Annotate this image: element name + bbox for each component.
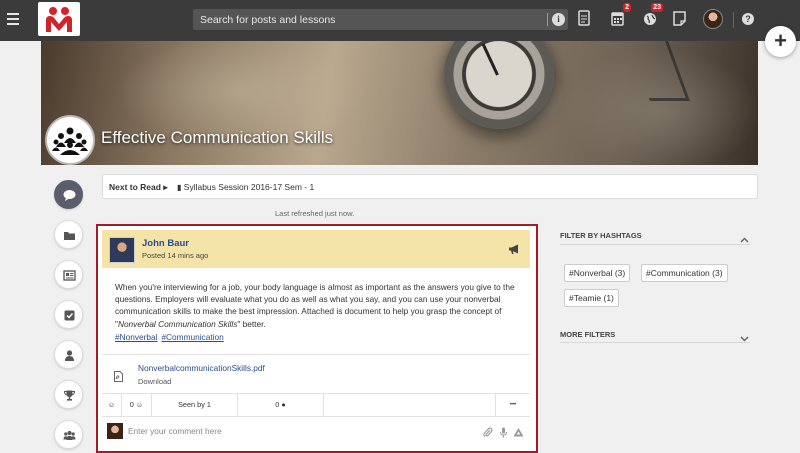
divider: [560, 342, 750, 343]
comment-icon: ●: [281, 400, 286, 409]
add-button[interactable]: +: [765, 26, 796, 57]
course-logo: [47, 117, 93, 163]
calendar-badge: 2: [623, 3, 631, 12]
globe-icon[interactable]: 23: [643, 3, 663, 28]
chevron-up-icon[interactable]: [740, 230, 749, 248]
post-author[interactable]: John Baur: [142, 238, 189, 249]
next-to-read-bar: Next to Read ▸ ▮ Syllabus Session 2016-1…: [102, 174, 758, 199]
user-icon: [65, 350, 74, 361]
divider: [102, 354, 530, 355]
sidebar-item-lessons[interactable]: [54, 260, 83, 289]
sidebar-item-achievements[interactable]: [54, 380, 83, 409]
sidebar-item-files[interactable]: [54, 220, 83, 249]
filter-hashtags-heading: FILTER BY HASHTAGS: [560, 231, 642, 240]
app-logo[interactable]: [38, 2, 80, 36]
compass-decoration: [628, 41, 690, 101]
seen-by[interactable]: Seen by 1: [152, 394, 238, 416]
globe-badge: 23: [651, 3, 663, 12]
post-header: John Baur Posted 14 mins ago: [102, 230, 530, 268]
next-to-read-label: Next to Read ▸: [109, 182, 168, 192]
search-bar: i: [193, 9, 568, 30]
sidebar-item-posts[interactable]: [54, 180, 83, 209]
course-banner: Effective Communication Skills: [41, 41, 758, 165]
refresh-status: Last refreshed just now.: [275, 209, 355, 218]
post-hashtags: #Nonverbal #Communication: [115, 332, 228, 342]
post-body: When you're interviewing for a job, your…: [115, 282, 515, 329]
pdf-icon: [114, 369, 123, 387]
more-options-icon[interactable]: •••: [496, 394, 530, 416]
search-divider: [547, 13, 548, 26]
menu-icon[interactable]: [7, 13, 19, 25]
more-filters-heading[interactable]: MORE FILTERS: [560, 330, 615, 339]
post-stats-bar: ☺ 0 ☺ Seen by 1 0 ● •••: [102, 393, 530, 417]
info-icon[interactable]: i: [552, 13, 565, 26]
pocket-watch-image: [444, 41, 554, 129]
book-icon: ▮: [177, 183, 182, 192]
calendar-icon[interactable]: 2: [611, 3, 631, 28]
sidebar-item-people[interactable]: [54, 340, 83, 369]
divider: [560, 244, 750, 245]
post-timestamp: Posted 14 mins ago: [142, 251, 209, 260]
checkbox-icon: [64, 310, 75, 321]
help-icon[interactable]: ?: [742, 13, 754, 25]
paperclip-icon[interactable]: [483, 425, 493, 443]
hashtag-filter-teamie[interactable]: #Teamie (1): [564, 289, 619, 307]
post-card: John Baur Posted 14 mins ago When you're…: [96, 224, 538, 453]
hashtag-link[interactable]: #Nonverbal: [115, 332, 157, 342]
sidebar-item-groups[interactable]: [54, 420, 83, 449]
document-icon[interactable]: [578, 10, 592, 28]
chevron-down-icon[interactable]: [740, 329, 749, 347]
chat-icon: [63, 190, 76, 201]
hashtag-filter-nonverbal[interactable]: #Nonverbal (3): [564, 264, 631, 282]
stats-spacer: [324, 394, 496, 416]
topbar-divider: [733, 12, 734, 28]
comment-count[interactable]: 0 ●: [238, 394, 324, 416]
microphone-icon[interactable]: [499, 425, 508, 443]
download-link[interactable]: Download: [138, 377, 171, 386]
hashtag-filter-communication[interactable]: #Communication (3): [641, 264, 728, 282]
hashtag-link[interactable]: #Communication: [161, 332, 223, 342]
comment-composer: [102, 419, 530, 445]
search-input[interactable]: [200, 9, 535, 30]
user-avatar[interactable]: [703, 9, 723, 29]
emoji-icon[interactable]: ☺: [102, 394, 122, 416]
comment-input[interactable]: [128, 423, 468, 439]
attachment-link[interactable]: NonverbalcommunicationSkills.pdf: [138, 363, 265, 373]
reaction-count[interactable]: 0 ☺: [122, 394, 152, 416]
course-title: Effective Communication Skills: [101, 128, 334, 147]
trophy-icon: [63, 390, 76, 401]
commenter-avatar: [107, 423, 123, 439]
author-avatar[interactable]: [109, 237, 135, 263]
next-to-read-link[interactable]: ▮ Syllabus Session 2016-17 Sem - 1: [177, 175, 314, 200]
cloud-upload-icon[interactable]: [513, 425, 524, 443]
post-body-emphasis: Nonverbal Communication Skills: [117, 318, 238, 329]
newspaper-icon: [63, 270, 76, 281]
top-bar: i 2 23 ?: [0, 0, 800, 41]
folder-icon: [64, 232, 75, 240]
note-icon[interactable]: [673, 10, 687, 28]
megaphone-icon: [508, 242, 520, 260]
group-icon: [63, 431, 76, 440]
sidebar-item-tasks[interactable]: [54, 300, 83, 329]
